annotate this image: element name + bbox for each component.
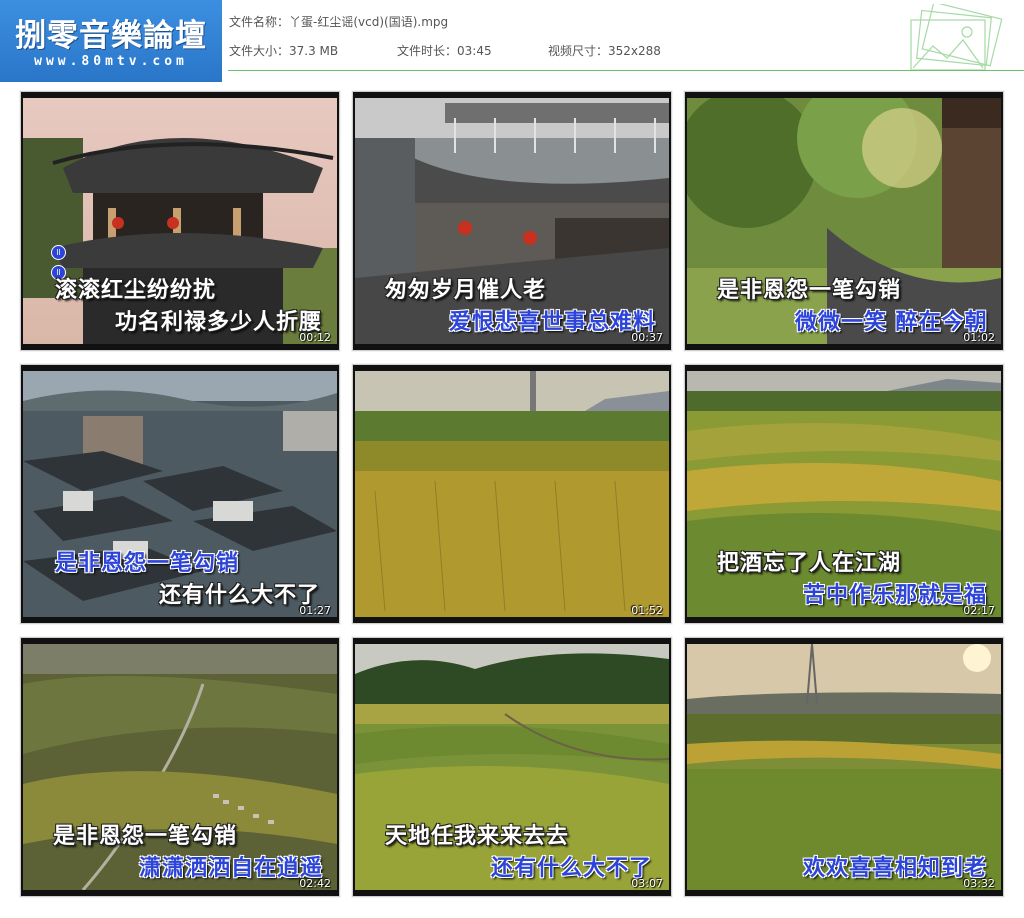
timestamp: 02:17: [963, 604, 995, 617]
timestamp: 03:07: [631, 877, 663, 890]
timestamp: 01:02: [963, 331, 995, 344]
thumbnail-01-02[interactable]: 是非恩怨一笔勾销 微微一笑 醉在今朝 01:02: [685, 92, 1003, 350]
thumbnail-01-52[interactable]: 01:52: [353, 365, 671, 623]
timestamp: 00:12: [299, 331, 331, 344]
lyric-line-2: 功名利禄多少人折腰: [115, 310, 323, 335]
logo-title: 捌零音樂論壇: [15, 18, 207, 54]
lyric-line-1: 是非恩怨一笔勾销: [55, 551, 240, 576]
thumbnail-01-27[interactable]: 是非恩怨一笔勾销 还有什么大不了 01:27: [21, 365, 339, 623]
thumbnail-03-32[interactable]: 欢欢喜喜相知到老 03:32: [685, 638, 1003, 896]
lyric-line-2: 还有什么大不了: [159, 583, 321, 608]
video-dimensions-value: 352x288: [608, 44, 661, 58]
lyric-line-1: 滚滚红尘纷纷扰: [55, 278, 217, 303]
thumbnail-00-12[interactable]: llll 滚滚红尘纷纷扰 功名利禄多少人折腰 00:12: [21, 92, 339, 350]
lyric-line-2: 还有什么大不了: [491, 856, 653, 881]
video-dimensions-row: 视频尺寸：352x288: [548, 42, 661, 59]
lyric-line-2: 欢欢喜喜相知到老: [803, 856, 988, 881]
lyric-line-2: 爱恨悲喜世事总难料: [449, 310, 657, 335]
timestamp: 03:32: [963, 877, 995, 890]
lyric-line-1: 天地任我来来去去: [385, 824, 570, 849]
lyric-line-1: 是非恩怨一笔勾销: [717, 278, 902, 303]
lyric-line-1: 匆匆岁月催人老: [385, 278, 547, 303]
video-frame: [355, 371, 669, 617]
header-divider: [228, 70, 1024, 71]
lyric-line-2: 苦中作乐那就是福: [803, 583, 988, 608]
file-duration-label: 文件时长：: [397, 44, 458, 58]
lyric-line-1: 把酒忘了人在江湖: [717, 551, 902, 576]
thumbnail-02-17[interactable]: 把酒忘了人在江湖 苦中作乐那就是福 02:17: [685, 365, 1003, 623]
karaoke-badge: llll: [51, 240, 91, 280]
rice-field-scene: [355, 371, 669, 617]
file-size-value: 37.3 MB: [289, 44, 339, 58]
image-stack-icon: [910, 4, 1003, 71]
thumbnail-00-37[interactable]: 匆匆岁月催人老 爱恨悲喜世事总难料 00:37: [353, 92, 671, 350]
timestamp: 01:27: [299, 604, 331, 617]
lyric-line-2: 微微一笑 醉在今朝: [795, 310, 988, 335]
video-dimensions-label: 视频尺寸：: [548, 44, 609, 58]
thumbnail-03-07[interactable]: 天地任我来来去去 还有什么大不了 03:07: [353, 638, 671, 896]
file-size-label: 文件大小：: [229, 44, 290, 58]
file-size-row: 文件大小：37.3 MB: [229, 42, 338, 59]
file-duration-value: 03:45: [457, 44, 492, 58]
file-duration-row: 文件时长：03:45: [397, 42, 492, 59]
file-name-value: 丫蛋-红尘谣(vcd)(国语).mpg: [289, 15, 449, 29]
header: 捌零音樂論壇 www.80mtv.com 文件名称：丫蛋-红尘谣(vcd)(国语…: [0, 0, 1024, 83]
logo-url: www.80mtv.com: [34, 54, 188, 69]
file-name-row: 文件名称：丫蛋-红尘谣(vcd)(国语).mpg: [229, 13, 448, 30]
lyric-line-2: 潇潇洒洒自在逍遥: [139, 856, 324, 881]
timestamp: 01:52: [631, 604, 663, 617]
thumbnail-02-42[interactable]: 是非恩怨一笔勾销 潇潇洒洒自在逍遥 02:42: [21, 638, 339, 896]
timestamp: 00:37: [631, 331, 663, 344]
lyric-line-1: 是非恩怨一笔勾销: [53, 824, 238, 849]
file-name-label: 文件名称：: [229, 15, 290, 29]
forum-logo: 捌零音樂論壇 www.80mtv.com: [0, 0, 222, 82]
timestamp: 02:42: [299, 877, 331, 890]
